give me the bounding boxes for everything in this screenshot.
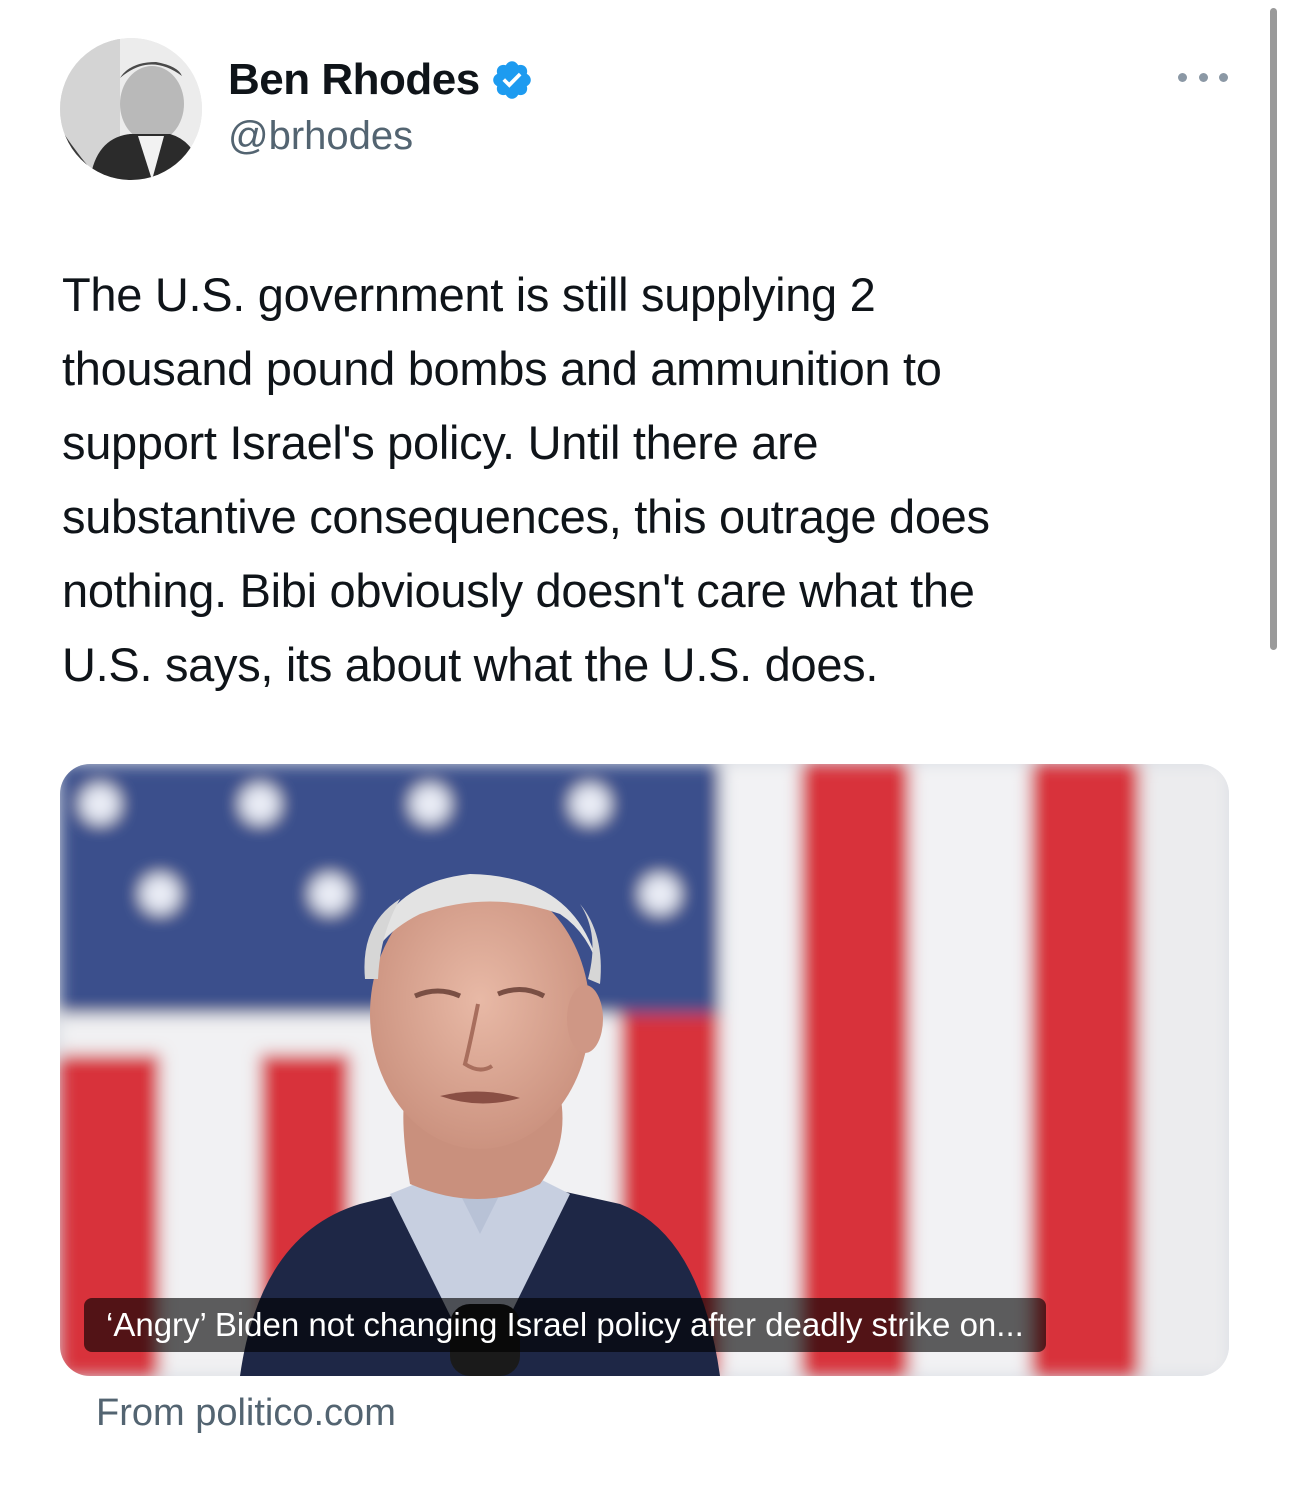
display-name[interactable]: Ben Rhodes — [228, 55, 480, 105]
tweet-view: Ben Rhodes @brhodes The U.S. government … — [0, 0, 1290, 1512]
avatar-photo — [60, 38, 202, 180]
avatar[interactable] — [60, 38, 202, 180]
verified-badge-icon — [492, 61, 531, 99]
more-dot — [1178, 72, 1187, 82]
more-options-icon[interactable] — [1178, 62, 1228, 92]
article-image — [60, 764, 1229, 1376]
link-source[interactable]: From politico.com — [96, 1392, 396, 1435]
author-handle[interactable]: @brhodes — [228, 114, 413, 159]
more-dot — [1219, 72, 1228, 82]
author-name-row[interactable]: Ben Rhodes — [228, 54, 534, 106]
tweet-text: The U.S. government is still supplying 2… — [62, 268, 990, 691]
scrollbar[interactable] — [1270, 8, 1277, 650]
more-dot — [1198, 72, 1208, 82]
article-headline[interactable]: ‘Angry’ Biden not changing Israel policy… — [84, 1298, 1046, 1352]
link-preview-card[interactable]: ‘Angry’ Biden not changing Israel policy… — [60, 764, 1229, 1376]
